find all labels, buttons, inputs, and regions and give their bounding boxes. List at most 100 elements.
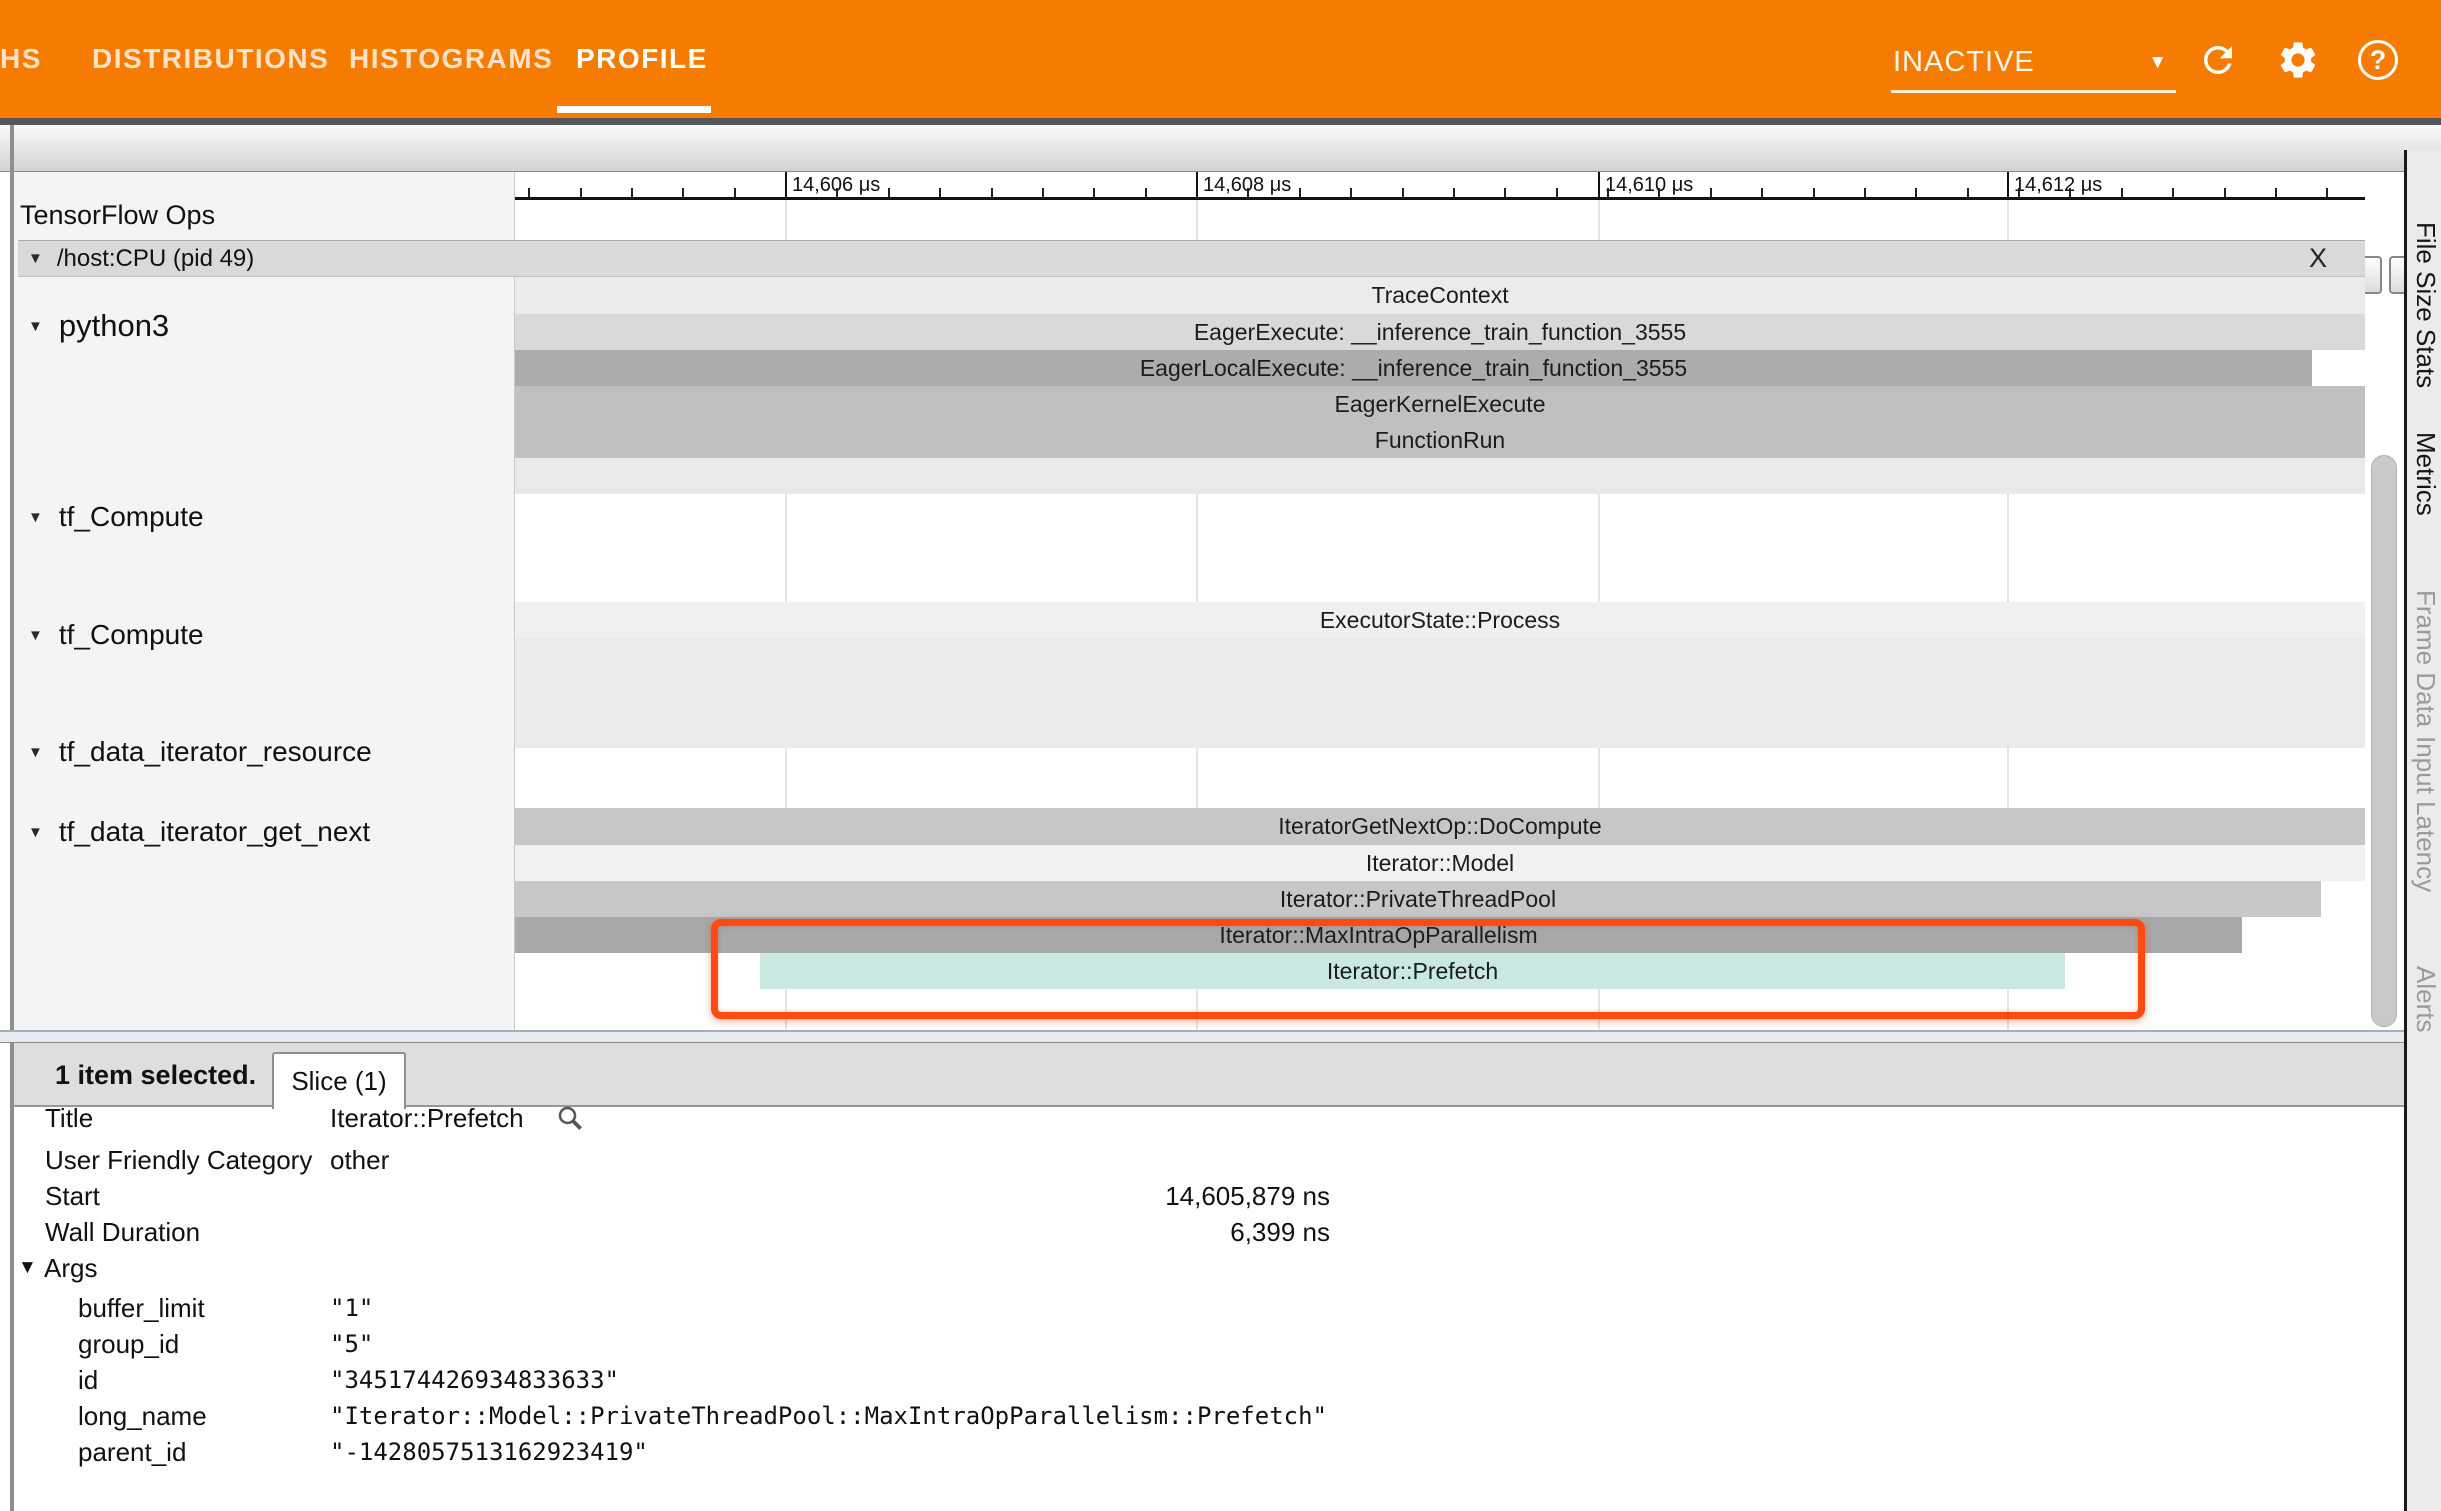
vertical-scrollbar[interactable] (2371, 455, 2397, 1027)
minor-tick (2224, 188, 2226, 197)
category-label: User Friendly Category (45, 1142, 312, 1178)
collapse-triangle-icon[interactable]: ▼ (28, 824, 43, 841)
minor-tick (1607, 188, 1609, 197)
top-app-bar: HS DISTRIBUTIONS HISTOGRAMS PROFILE INAC… (0, 0, 2441, 118)
arg-value: "Iterator::Model::PrivateThreadPool::Max… (330, 1398, 1327, 1434)
minor-tick (1813, 188, 1815, 197)
minor-tick (1658, 188, 1660, 197)
slice-eager-execute[interactable]: EagerExecute: __inference_train_function… (515, 314, 2365, 350)
wall-duration-label: Wall Duration (45, 1214, 200, 1250)
side-tab-metrics[interactable]: Metrics (2410, 432, 2441, 516)
track-python3[interactable]: ▼ python3 (28, 308, 169, 344)
magnifier-icon[interactable] (555, 1103, 585, 1138)
selection-highlight-box (711, 919, 2145, 1019)
minor-tick (528, 188, 530, 197)
track-tf-compute-1[interactable]: ▼ tf_Compute (28, 501, 204, 533)
minor-tick (1915, 188, 1917, 197)
minor-tick (682, 188, 684, 197)
minor-tick (1556, 188, 1558, 197)
collapse-triangle-icon[interactable]: ▼ (28, 744, 43, 761)
minor-tick (1299, 188, 1301, 197)
minor-tick (1145, 188, 1147, 197)
settings-gear-icon[interactable] (2276, 38, 2320, 82)
run-selector-value: INACTIVE (1893, 46, 2035, 79)
side-tab-input-latency[interactable]: Input Latency (2410, 736, 2441, 892)
panel-resize-splitter[interactable] (0, 1030, 2404, 1043)
collapse-triangle-icon[interactable]: ▼ (28, 318, 43, 335)
active-tab-underline (557, 106, 711, 113)
arg-name: long_name (78, 1398, 207, 1434)
slice-iterator-get-next-do-compute[interactable]: IteratorGetNextOp::DoCompute (515, 808, 2365, 845)
args-collapse-triangle-icon[interactable]: ▼ (18, 1250, 37, 1286)
tab-graphs[interactable]: HS (0, 0, 42, 118)
side-tab-alerts[interactable]: Alerts (2410, 966, 2441, 1032)
close-process-button[interactable]: X (2309, 243, 2327, 274)
track-tf-data-iterator-get-next[interactable]: ▼ tf_data_iterator_get_next (28, 816, 370, 848)
trace-toolbar: Trace View Flow events Processes M View … (0, 125, 2441, 172)
minor-tick (2018, 188, 2020, 197)
minor-tick (1864, 188, 1866, 197)
slice-iterator-model[interactable]: Iterator::Model (515, 845, 2365, 881)
slice-tab[interactable]: Slice (1) (272, 1052, 406, 1109)
wall-duration-value: 6,399 ns (330, 1214, 1330, 1250)
window-divider (0, 118, 2441, 125)
ruler: 14,606 μs 14,608 μs 14,610 μs 14,612 μs (515, 172, 2365, 200)
run-selector[interactable]: INACTIVE ▼ (1893, 40, 2176, 84)
refresh-icon[interactable] (2196, 38, 2240, 82)
title-label: Title (45, 1100, 93, 1136)
help-glyph: ? (2358, 40, 2398, 80)
minor-tick (836, 188, 838, 197)
arg-name: group_id (78, 1326, 179, 1362)
collapse-triangle-icon[interactable]: ▼ (28, 627, 43, 644)
minor-tick (2069, 188, 2071, 197)
args-label[interactable]: Args (44, 1250, 97, 1286)
minor-tick (2326, 188, 2328, 197)
start-value: 14,605,879 ns (330, 1178, 1330, 1214)
minor-tick (2275, 188, 2277, 197)
selection-count-label: 1 item selected. (55, 1043, 256, 1107)
arg-name: buffer_limit (78, 1290, 205, 1326)
slice-empty-row (515, 458, 2365, 494)
process-group-header[interactable]: ▼ /host:CPU (pid 49) X (18, 240, 2365, 277)
minor-tick (888, 188, 890, 197)
process-group-label: /host:CPU (pid 49) (57, 245, 254, 273)
arg-value: "5" (330, 1326, 373, 1362)
track-label: tf_data_iterator_get_next (59, 816, 370, 848)
slice-trace-context[interactable]: TraceContext (515, 277, 2365, 314)
side-tab-file-size-stats[interactable]: File Size Stats (2410, 222, 2441, 388)
slice-eager-local-execute[interactable]: EagerLocalExecute: __inference_train_fun… (515, 350, 2312, 386)
run-selector-underline (1891, 90, 2176, 93)
minor-tick (1093, 188, 1095, 197)
tab-histograms[interactable]: HISTOGRAMS (349, 0, 553, 118)
minor-tick (1710, 188, 1712, 197)
arg-value: "1" (330, 1290, 373, 1326)
trace-canvas[interactable]: TraceContext EagerExecute: __inference_t… (515, 200, 2365, 1030)
minor-tick (631, 188, 633, 197)
tensorflow-ops-header: TensorFlow Ops (20, 200, 215, 231)
arg-value: "345174426934833633" (330, 1362, 619, 1398)
slice-kernel-block[interactable]: EagerKernelExecute FunctionRun (515, 386, 2365, 458)
minor-tick (2121, 188, 2123, 197)
slice-iterator-private-thread-pool[interactable]: Iterator::PrivateThreadPool (515, 881, 2321, 917)
tab-profile[interactable]: PROFILE (576, 0, 708, 118)
help-icon[interactable]: ? (2356, 38, 2400, 82)
collapse-triangle-icon[interactable]: ▼ (28, 250, 43, 267)
arg-name: id (78, 1362, 98, 1398)
track-tf-compute-2[interactable]: ▼ tf_Compute (28, 619, 204, 651)
side-tab-frame-data[interactable]: Frame Data (2410, 590, 2441, 727)
slice-function-run[interactable]: FunctionRun (515, 422, 2365, 458)
arg-name: parent_id (78, 1434, 186, 1470)
tab-distributions[interactable]: DISTRIBUTIONS (92, 0, 329, 118)
slice-executor-state-process[interactable]: ExecutorState::Process (515, 602, 2365, 638)
collapse-triangle-icon[interactable]: ▼ (28, 509, 43, 526)
tick-label: 14,612 μs (2014, 174, 2102, 197)
minor-tick (1350, 188, 1352, 197)
slice-eager-kernel-execute[interactable]: EagerKernelExecute (515, 386, 2365, 422)
track-label-panel (14, 172, 515, 1030)
minor-tick (1967, 188, 1969, 197)
track-label: tf_data_iterator_resource (59, 736, 372, 768)
slice-empty-band (515, 638, 2365, 748)
minor-tick (734, 188, 736, 197)
track-tf-data-iterator-resource[interactable]: ▼ tf_data_iterator_resource (28, 736, 372, 768)
minor-tick (580, 188, 582, 197)
